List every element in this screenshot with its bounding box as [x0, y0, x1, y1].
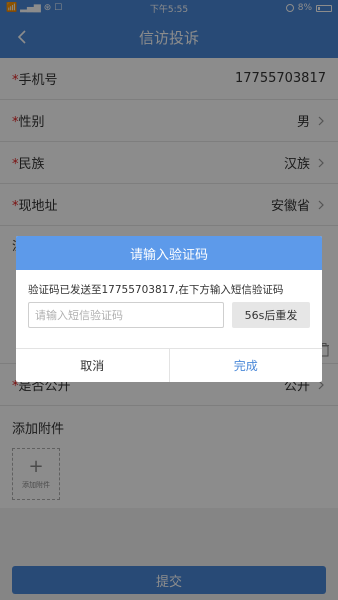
confirm-button[interactable]: 完成 — [170, 349, 323, 382]
dialog-title: 请输入验证码 — [16, 236, 322, 270]
verification-code-input[interactable] — [28, 302, 224, 328]
cancel-button[interactable]: 取消 — [16, 349, 170, 382]
dialog-message: 验证码已发送至17755703817,在下方输入短信验证码 — [28, 284, 284, 296]
verification-dialog: 请输入验证码 验证码已发送至17755703817,在下方输入短信验证码 56s… — [16, 236, 322, 382]
resend-button[interactable]: 56s后重发 — [232, 302, 310, 328]
